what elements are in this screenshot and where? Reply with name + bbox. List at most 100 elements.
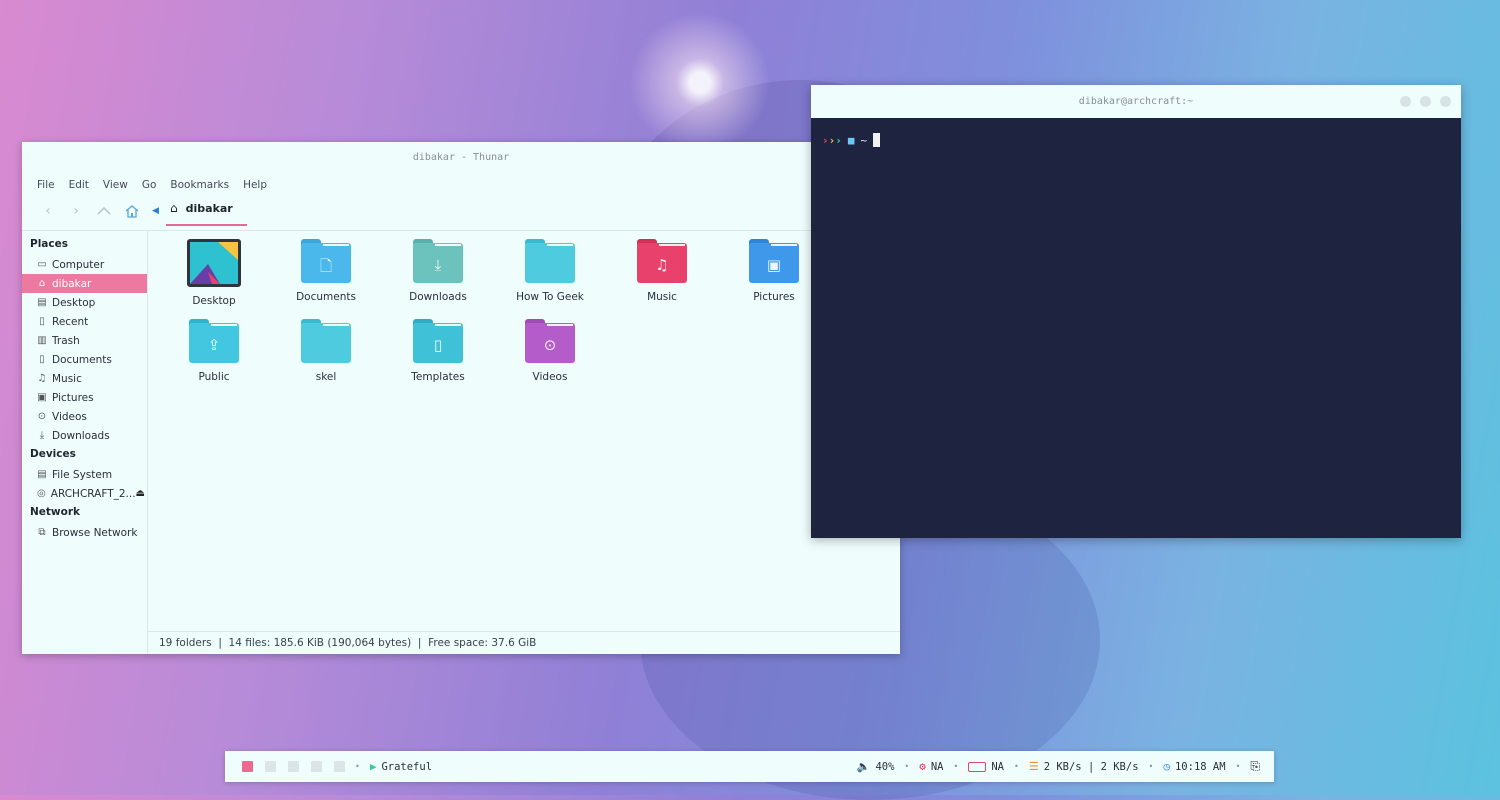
up-icon[interactable]: [90, 199, 118, 223]
gear-icon: ⚙: [919, 760, 926, 773]
download-icon: ⤓: [39, 430, 45, 441]
workspace-1[interactable]: [242, 761, 253, 772]
menu-bookmarks[interactable]: Bookmarks: [163, 179, 236, 191]
file-item-downloads[interactable]: ⤓ Downloads: [382, 239, 494, 307]
file-item-how-to-geek[interactable]: How To Geek: [494, 239, 606, 307]
clock-icon: ◷: [1163, 760, 1170, 773]
document-icon: ▯: [39, 354, 45, 365]
sidebar-item-computer[interactable]: ▭ Computer: [22, 255, 147, 274]
window-title: dibakar - Thunar: [412, 152, 510, 163]
trash-icon: ▥: [37, 335, 47, 346]
speaker-icon: 🔈: [856, 760, 871, 773]
terminal-window[interactable]: dibakar@archcraft:~ ››› ■ ~: [811, 85, 1461, 538]
home-icon: ⌂: [170, 201, 178, 215]
folder-icon: ■: [847, 133, 855, 147]
drive-icon: ▤: [37, 469, 47, 480]
forward-icon[interactable]: ›: [62, 199, 90, 223]
network-icon: ⧉: [38, 527, 46, 538]
power-icon[interactable]: ⎘: [1250, 759, 1260, 774]
folder-videos-icon: ⊙: [525, 319, 575, 363]
workspace-2[interactable]: [265, 761, 276, 772]
prompt-dir: ~: [860, 133, 868, 147]
sidebar-heading-network: Network: [30, 506, 81, 518]
workspace-3[interactable]: [288, 761, 299, 772]
volume-indicator[interactable]: 🔈 40%: [857, 760, 895, 773]
sidebar-item-label: Documents: [52, 353, 112, 366]
breadcrumb-current[interactable]: ⌂ dibakar: [166, 196, 247, 226]
menu-go[interactable]: Go: [135, 179, 164, 191]
menu-file[interactable]: File: [30, 179, 62, 191]
file-item-skel[interactable]: skel: [270, 319, 382, 383]
file-grid: Desktop 🗋 Documents ⤓ Downloads How To G…: [158, 239, 830, 383]
file-name: Documents: [296, 291, 356, 303]
maximize-button[interactable]: [1420, 96, 1431, 107]
file-name: Downloads: [409, 291, 467, 303]
sidebar-item-label: dibakar: [52, 277, 92, 290]
file-manager-window: dibakar - Thunar File Edit View Go Bookm…: [22, 142, 900, 654]
folder-downloads-icon: ⤓: [413, 239, 463, 283]
sidebar-item-archcraft-disc[interactable]: ◎ ARCHCRAFT_2... ⏏: [22, 484, 147, 503]
menu-help[interactable]: Help: [236, 179, 274, 191]
sidebar-item-browse-network[interactable]: ⧉ Browse Network: [22, 523, 147, 542]
file-name: How To Geek: [516, 291, 584, 303]
file-name: skel: [315, 371, 337, 383]
home-icon[interactable]: [118, 199, 146, 223]
sidebar-item-trash[interactable]: ▥ Trash: [22, 331, 147, 350]
sidebar-item-pictures[interactable]: ▣ Pictures: [22, 388, 147, 407]
sidebar-item-label: Downloads: [52, 429, 110, 442]
back-icon[interactable]: ‹: [34, 199, 62, 223]
now-playing-title: Grateful: [381, 760, 433, 773]
sidebar-item-music[interactable]: ♫ Music: [22, 369, 147, 388]
sidebar-heading-devices: Devices: [30, 448, 76, 460]
music-icon: ♫: [37, 373, 47, 384]
network-value: 2 KB/s | 2 KB/s: [1043, 760, 1139, 773]
sidebar-item-downloads[interactable]: ⤓ Downloads: [22, 426, 147, 445]
terminal-title: dibakar@archcraft:~: [1078, 96, 1194, 107]
sidebar-item-label: Computer: [52, 258, 105, 271]
picture-icon: ▣: [37, 392, 47, 403]
home-icon: ⌂: [38, 278, 46, 289]
file-item-documents[interactable]: 🗋 Documents: [270, 239, 382, 307]
status-panel: • ▶ Grateful 🔈 40% • ⚙ NA • NA • ☰ 2 KB/…: [225, 751, 1274, 782]
sidebar-item-filesystem[interactable]: ▤ File System: [22, 465, 147, 484]
clock-time: 10:18 AM: [1174, 760, 1226, 773]
eject-icon[interactable]: ⏏: [136, 488, 145, 499]
file-name: Public: [198, 371, 230, 383]
sidebar: Places ▭ Computer ⌂ dibakar ▤ Desktop ▯ Rece…: [22, 231, 148, 654]
file-name: Music: [647, 291, 677, 303]
file-name: Pictures: [753, 291, 795, 303]
battery-value: NA: [991, 760, 1004, 773]
sidebar-item-home[interactable]: ⌂ dibakar: [22, 274, 147, 293]
menu-view[interactable]: View: [96, 179, 135, 191]
folder-documents-icon: 🗋: [301, 239, 351, 283]
folder-icon: [525, 239, 575, 283]
now-playing[interactable]: ▶ Grateful: [370, 760, 432, 773]
file-item-videos[interactable]: ⊙ Videos: [494, 319, 606, 383]
menu-edit[interactable]: Edit: [62, 179, 96, 191]
folder-pictures-icon: ▣: [749, 239, 799, 283]
file-item-templates[interactable]: ▯ Templates: [382, 319, 494, 383]
sidebar-item-label: Music: [52, 372, 82, 385]
menu-bar: File Edit View Go Bookmarks Help: [22, 174, 900, 196]
workspace-4[interactable]: [311, 761, 322, 772]
file-view: Desktop 🗋 Documents ⤓ Downloads How To G…: [148, 231, 900, 654]
sidebar-item-recent[interactable]: ▯ Recent: [22, 312, 147, 331]
sidebar-item-documents[interactable]: ▯ Documents: [22, 350, 147, 369]
close-button[interactable]: [1440, 96, 1451, 107]
video-icon: ⊙: [37, 411, 47, 422]
sidebar-item-videos[interactable]: ⊙ Videos: [22, 407, 147, 426]
toolbar: ‹ › ◀ ⌂ dibakar: [22, 196, 900, 226]
file-item-public[interactable]: ⇪ Public: [158, 319, 270, 383]
file-item-desktop[interactable]: Desktop: [158, 239, 270, 307]
window-title: dibakar@archcraft:~: [811, 85, 1461, 118]
sidebar-item-label: Recent: [52, 315, 89, 328]
terminal-prompt: ››› ■ ~: [811, 118, 1461, 162]
window-controls: [1400, 96, 1451, 107]
clock[interactable]: ◷ 10:18 AM: [1163, 760, 1225, 773]
minimize-button[interactable]: [1400, 96, 1411, 107]
cpu-indicator: ⚙ NA: [919, 760, 943, 773]
file-item-music[interactable]: ♫ Music: [606, 239, 718, 307]
breadcrumb-left-arrow-icon[interactable]: ◀: [152, 206, 166, 216]
workspace-5[interactable]: [334, 761, 345, 772]
sidebar-item-desktop[interactable]: ▤ Desktop: [22, 293, 147, 312]
